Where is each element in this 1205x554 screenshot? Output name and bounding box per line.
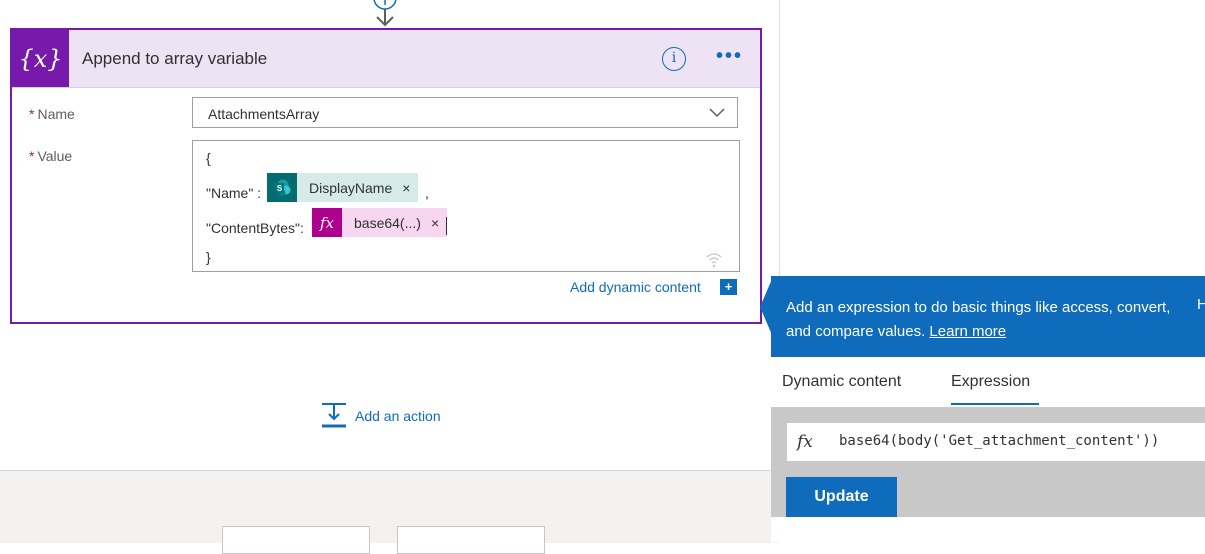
svg-text:S: S [277,184,283,193]
function-list-area [771,517,1205,542]
expression-text: base64(body('Get_attachment_content')) [839,433,1160,449]
name-label-text: Name [37,106,75,122]
sharepoint-icon: S [267,173,297,202]
remove-token-icon[interactable]: × [431,215,447,231]
connector-arrow-icon [373,0,397,27]
expression-editor-area: fx base64(body('Get_attachment_content')… [771,407,1205,542]
text-caret [446,217,447,235]
fx-icon: fx [312,208,342,237]
tip-overflow-text: H [1197,296,1205,313]
tip-text: Add an expression to do basic things lik… [786,296,1181,344]
card-header[interactable]: {x} Append to array variable i ••• [12,30,760,88]
base64-token-label: base64(...) [354,214,421,231]
base64-token[interactable]: fx base64(...) × [312,208,448,237]
name-label: * Name [29,106,75,122]
comma-text: , [425,185,429,201]
expression-tip-banner: Add an expression to do basic things lik… [771,276,1205,357]
remove-token-icon[interactable]: × [402,180,418,196]
close-brace: } [206,249,211,265]
name-dropdown[interactable]: AttachmentsArray [192,97,738,128]
tab-dynamic-content[interactable]: Dynamic content [782,373,901,391]
expression-input[interactable]: fx base64(body('Get_attachment_content')… [787,423,1205,461]
info-icon[interactable]: i [662,47,686,71]
add-action-icon [322,403,346,428]
name-dropdown-value: AttachmentsArray [208,106,320,122]
name-key-text: "Name" : [206,185,262,201]
value-input[interactable]: { "Name" : S DisplayName × , "ContentByt… [192,140,740,272]
variable-icon: {x} [12,30,69,87]
more-options-icon[interactable]: ••• [716,45,743,68]
add-action-label: Add an action [355,408,441,424]
fx-icon: fx [797,432,813,452]
contentbytes-key-text: "ContentBytes": [206,220,304,236]
active-tab-indicator [951,403,1039,405]
open-brace: { [206,150,211,166]
add-dynamic-content-icon[interactable]: + [720,279,737,295]
card-title[interactable]: Append to array variable [82,49,267,69]
chevron-down-icon [709,108,725,118]
resize-handle-icon[interactable] [704,249,724,269]
update-button[interactable]: Update [786,477,897,517]
footer-button-right[interactable] [397,526,545,554]
learn-more-link[interactable]: Learn more [929,323,1006,340]
value-label-text: Value [37,148,73,164]
canvas-footer [0,470,779,543]
required-asterisk: * [29,148,35,164]
required-asterisk: * [29,106,35,122]
panel-tabs: Dynamic content Expression [771,357,1205,407]
value-label: * Value [29,148,72,164]
append-to-array-card: {x} Append to array variable i ••• * Name… [10,28,762,324]
tab-expression[interactable]: Expression [951,373,1030,391]
footer-button-left[interactable] [222,526,370,554]
displayname-token-label: DisplayName [309,179,393,196]
add-dynamic-content-link[interactable]: Add dynamic content [570,279,701,295]
displayname-token[interactable]: S DisplayName × [267,173,419,202]
